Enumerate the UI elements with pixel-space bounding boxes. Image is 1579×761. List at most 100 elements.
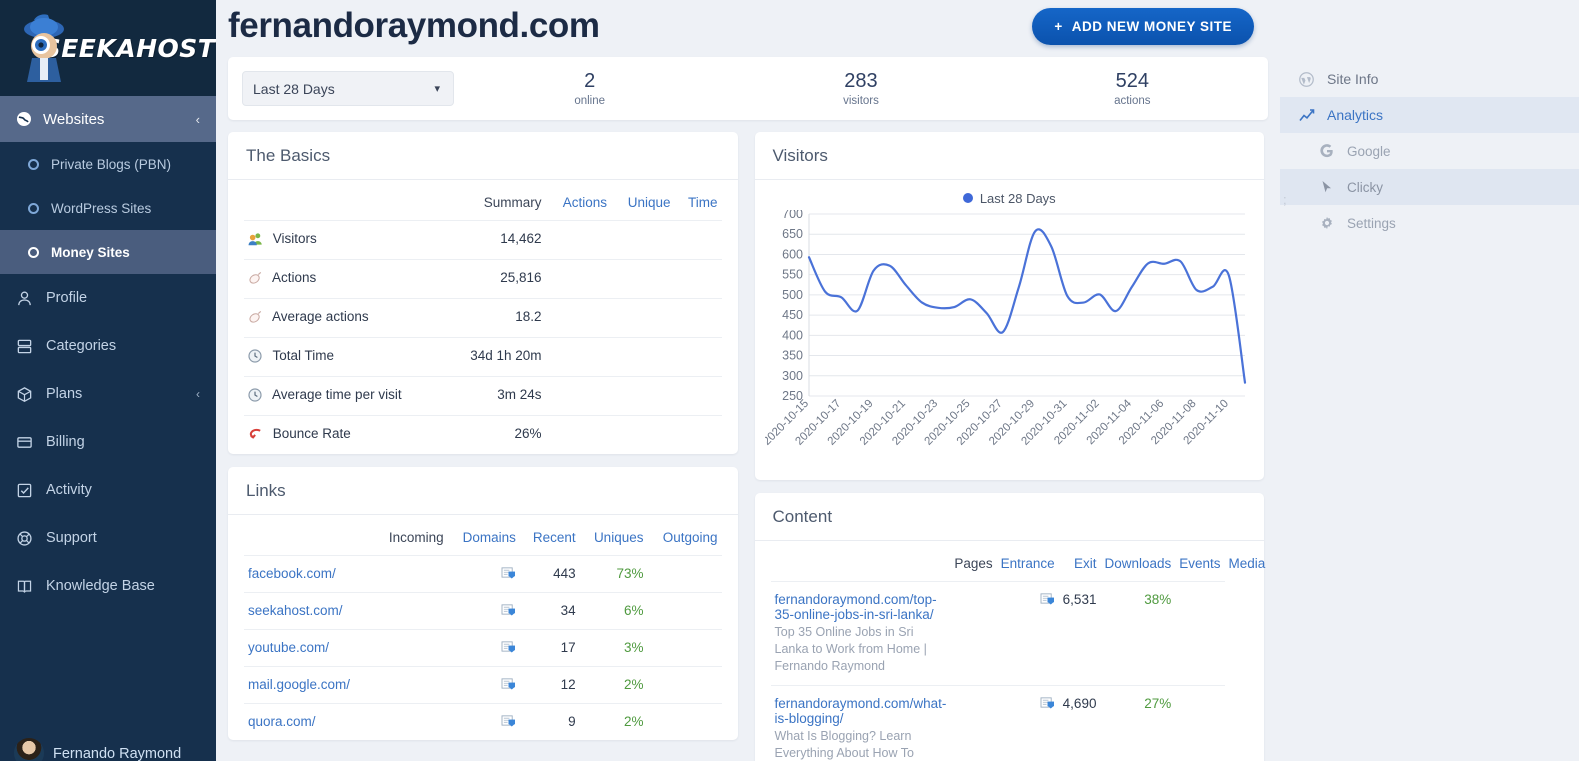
sidebar-item-plans[interactable]: Plans ‹ <box>0 370 216 418</box>
content-page-title: What Is Blogging? Learn Everything About… <box>774 728 914 760</box>
content-header-row: Pages Entrance Exit Downloads Events Med… <box>771 545 1270 582</box>
content-page-title: Top 35 Online Jobs in Sri Lanka to Work … <box>774 625 927 673</box>
basics-table: Summary Actions Unique Time Visitors 14,… <box>244 184 722 454</box>
link-domain[interactable]: facebook.com/ <box>248 566 336 581</box>
basics-cell-empty <box>545 415 611 454</box>
user-name: Fernando Raymond <box>53 745 182 761</box>
sidebar-item-support[interactable]: Support <box>0 514 216 562</box>
basics-col-unique[interactable]: Unique <box>611 184 675 221</box>
basics-cell-empty <box>674 415 722 454</box>
right-panel-item-clicky[interactable]: Clicky <box>1280 169 1579 205</box>
link-domain[interactable]: mail.google.com/ <box>248 677 350 692</box>
sidebar-item-knowledge-base[interactable]: Knowledge Base <box>0 562 216 610</box>
content-col-media[interactable]: Media <box>1225 545 1270 582</box>
right-panel-item-site-info[interactable]: Site Info <box>1280 61 1579 97</box>
content-page-cell: fernandoraymond.com/top-35-online-jobs-i… <box>770 581 951 686</box>
external-page-icon[interactable] <box>1040 697 1055 712</box>
users-icon <box>248 232 269 249</box>
stat-visitors: 283 visitors <box>725 70 996 107</box>
links-col-incoming[interactable]: Incoming <box>374 519 448 556</box>
links-col-uniques[interactable]: Uniques <box>580 519 648 556</box>
right-panel-item-analytics[interactable]: Analytics <box>1280 97 1579 133</box>
content-page-url[interactable]: fernandoraymond.com/what-is-blogging/ <box>775 696 947 726</box>
sidebar-item-private-blogs[interactable]: Private Blogs (PBN) <box>0 142 216 186</box>
sidebar-subitem-label: Money Sites <box>51 244 130 260</box>
sidebar-item-label: Billing <box>46 434 85 450</box>
main-content: fernandoraymond.com + ADD NEW MONEY SITE… <box>216 0 1280 761</box>
chevron-left-icon[interactable]: ‹ <box>196 387 200 401</box>
link-domain[interactable]: quora.com/ <box>248 714 316 729</box>
links-header-row: Incoming Domains Recent Uniques Outgoing <box>244 519 722 556</box>
link-percent: 2% <box>579 703 648 740</box>
stat-label: visitors <box>843 95 879 107</box>
brand-logo[interactable]: SEEKAHOST <box>0 0 216 96</box>
sidebar-section-websites[interactable]: Websites ‹ <box>0 96 216 142</box>
table-row: fernandoraymond.com/what-is-blogging/ Wh… <box>770 684 1270 761</box>
link-external-cell <box>447 629 520 667</box>
sidebar-item-profile[interactable]: Profile <box>0 274 216 322</box>
external-page-icon[interactable] <box>501 641 516 656</box>
external-page-icon[interactable] <box>1040 593 1055 608</box>
sidebar-user-profile[interactable]: Fernando Raymond <box>0 730 216 761</box>
link-domain[interactable]: seekahost.com/ <box>248 603 343 618</box>
sidebar-item-billing[interactable]: Billing <box>0 418 216 466</box>
basics-col-summary[interactable]: Summary <box>446 184 545 221</box>
basics-title: The Basics <box>228 132 738 180</box>
basics-cell-empty <box>610 298 675 338</box>
link-external-cell <box>447 666 520 704</box>
basics-body: Summary Actions Unique Time Visitors 14,… <box>228 180 738 454</box>
circle-icon <box>28 158 39 170</box>
content-col-events[interactable]: Events <box>1175 545 1224 582</box>
right-panel-item-settings[interactable]: Settings <box>1280 205 1579 241</box>
line-chart-svg: 2503003504004505005506006507002020-10-15… <box>761 207 1246 448</box>
stat-actions: 524 actions <box>997 70 1268 107</box>
chevron-left-icon[interactable]: ‹ <box>196 112 200 127</box>
basics-row-value: 34d 1h 20m <box>446 337 546 377</box>
links-col-domains[interactable]: Domains <box>448 519 520 556</box>
basics-col-actions[interactable]: Actions <box>546 184 611 221</box>
link-count: 9 <box>519 703 580 740</box>
add-button-label: ADD NEW MONEY SITE <box>1071 19 1232 34</box>
links-col-outgoing[interactable]: Outgoing <box>647 519 721 556</box>
link-domain[interactable]: youtube.com/ <box>248 640 329 655</box>
link-percent: 73% <box>579 555 648 593</box>
external-page-icon[interactable] <box>501 678 516 693</box>
links-spacer <box>244 519 374 556</box>
basics-cell-empty <box>610 376 675 416</box>
external-page-icon[interactable] <box>501 567 516 582</box>
links-cell-empty <box>373 592 448 630</box>
external-page-icon[interactable] <box>501 715 516 730</box>
google-g-icon <box>1318 144 1335 158</box>
sidebar-item-activity[interactable]: Activity <box>0 466 216 514</box>
content-percent: 38% <box>1100 581 1176 686</box>
content-body: Pages Entrance Exit Downloads Events Med… <box>755 541 1265 761</box>
table-row: Visitors 14,462 <box>244 220 722 260</box>
content-col-pages[interactable]: Pages <box>950 545 996 582</box>
sidebar-item-categories[interactable]: Categories <box>0 322 216 370</box>
add-new-money-site-button[interactable]: + ADD NEW MONEY SITE <box>1032 8 1254 45</box>
stat-label: online <box>574 95 606 107</box>
sidebar-item-wordpress-sites[interactable]: WordPress Sites <box>0 186 216 230</box>
external-page-icon[interactable] <box>501 604 516 619</box>
content-count: 6,531 <box>1058 581 1101 686</box>
content-table: Pages Entrance Exit Downloads Events Med… <box>770 545 1270 761</box>
content-col-downloads[interactable]: Downloads <box>1100 545 1175 582</box>
content-cell-empty <box>950 684 997 761</box>
date-range-select[interactable]: Last 28 Days <box>242 71 454 106</box>
legend-label: Last 28 Days <box>979 190 1056 206</box>
sidebar-subitem-label: WordPress Sites <box>51 200 152 216</box>
sidebar-item-money-sites[interactable]: Money Sites <box>0 230 216 274</box>
right-panel-item-google[interactable]: Google <box>1280 133 1579 169</box>
content-col-exit[interactable]: Exit <box>1059 545 1101 582</box>
links-col-recent[interactable]: Recent <box>520 519 580 556</box>
box-icon <box>17 386 32 402</box>
content-col-entrance[interactable]: Entrance <box>997 545 1059 582</box>
basics-cell-empty <box>674 220 722 260</box>
basics-spacer <box>244 184 446 221</box>
basics-cell-empty <box>545 376 611 416</box>
content-page-url[interactable]: fernandoraymond.com/top-35-online-jobs-i… <box>775 592 937 622</box>
basics-cell-empty <box>545 337 611 377</box>
links-cell-empty <box>373 666 448 704</box>
basics-col-time[interactable]: Time <box>675 184 722 221</box>
links-cell-empty <box>647 592 722 630</box>
